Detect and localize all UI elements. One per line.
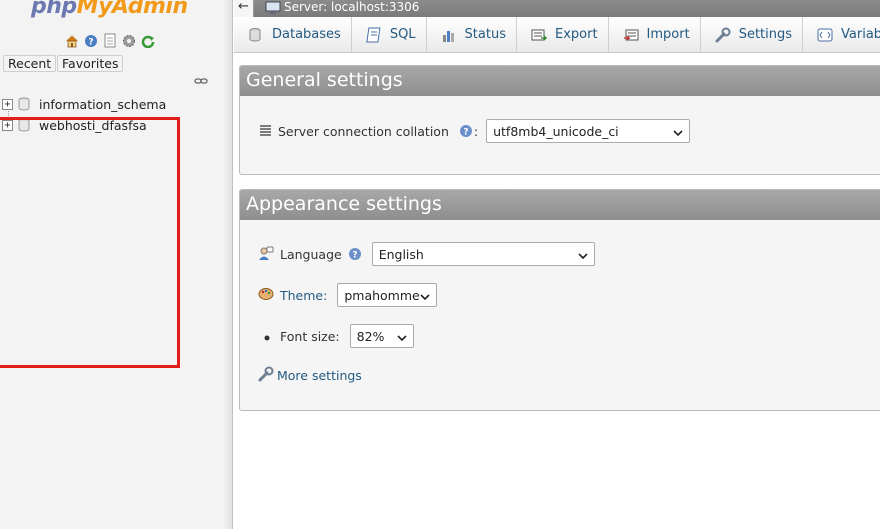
- recent-tab-button[interactable]: Recent: [3, 55, 57, 72]
- appearance-settings-panel: Appearance settings Language ? English T…: [239, 189, 880, 411]
- bullet-icon: [264, 329, 270, 344]
- collation-label: Server connection collation: [278, 123, 449, 139]
- language-select[interactable]: English: [371, 242, 595, 266]
- theme-select[interactable]: pmahomme: [337, 283, 438, 307]
- tree-item-label[interactable]: information_schema: [39, 97, 166, 112]
- annotation-highlight-box: [0, 117, 180, 368]
- tab-label: Variables: [841, 27, 880, 42]
- tab-status[interactable]: Status: [427, 17, 517, 52]
- expand-icon[interactable]: +: [2, 98, 13, 110]
- help-icon[interactable]: ?: [348, 247, 362, 261]
- tab-label: Import: [646, 27, 690, 42]
- settings-gear-icon[interactable]: [121, 33, 137, 49]
- more-settings-row: More settings: [258, 366, 362, 385]
- tab-label: Export: [554, 27, 598, 42]
- language-row: Language ? English: [258, 242, 595, 266]
- import-icon: [623, 27, 639, 43]
- language-select-value: English: [378, 246, 424, 262]
- chevron-down-icon: [420, 290, 430, 301]
- tab-sql[interactable]: SQL: [352, 17, 427, 52]
- collation-select[interactable]: utf8mb4_unicode_ci: [486, 119, 691, 143]
- tree-item-information-schema[interactable]: + information_schema: [2, 95, 166, 113]
- logo-php-text: php: [31, 0, 77, 19]
- navigation-sidebar: phpMyAdmin ? Recent Favorites + informat…: [0, 0, 233, 529]
- tab-variables[interactable]: Variables: [803, 17, 880, 52]
- server-breadcrumb-link[interactable]: Server: localhost:3306: [284, 0, 419, 15]
- home-icon[interactable]: [64, 33, 80, 49]
- export-icon: [531, 27, 547, 43]
- variables-icon: [817, 27, 833, 43]
- fontsize-row: Font size: 82%: [264, 324, 414, 348]
- svg-text:?: ?: [352, 251, 357, 261]
- tab-settings[interactable]: Settings: [701, 17, 804, 52]
- reload-icon[interactable]: [140, 33, 156, 49]
- tab-export[interactable]: Export: [517, 17, 609, 52]
- favorites-tab-button[interactable]: Favorites: [57, 55, 124, 72]
- collapse-sidebar-button[interactable]: ←: [234, 0, 254, 17]
- docs-icon[interactable]: [102, 33, 118, 49]
- tab-label: Status: [464, 27, 506, 42]
- logo-myadmin-text: MyAdmin: [76, 0, 188, 19]
- sidebar-divider[interactable]: [223, 0, 233, 529]
- tab-label: Databases: [272, 27, 341, 42]
- phpmyadmin-logo[interactable]: phpMyAdmin: [31, 0, 188, 19]
- palette-icon: [258, 286, 274, 305]
- fontsize-select[interactable]: 82%: [349, 324, 414, 348]
- tab-databases[interactable]: Databases: [234, 17, 352, 52]
- tab-label: SQL: [389, 27, 416, 42]
- chevron-down-icon: [397, 331, 407, 342]
- wrench-icon: [258, 366, 274, 385]
- help-icon[interactable]: ?: [83, 33, 99, 49]
- chevron-down-icon: [578, 249, 588, 260]
- list-icon: [259, 124, 272, 139]
- theme-link[interactable]: Theme:: [280, 288, 327, 303]
- navigation-icons: ?: [64, 33, 156, 49]
- wrench-icon: [715, 27, 731, 43]
- theme-row: Theme: pmahomme: [258, 283, 438, 307]
- chevron-down-icon: [673, 126, 683, 137]
- appearance-settings-heading: Appearance settings: [240, 190, 880, 220]
- collation-row: Server connection collation ? : utf8mb4_…: [259, 119, 691, 143]
- status-icon: [441, 27, 457, 43]
- svg-text:?: ?: [88, 38, 93, 48]
- collation-select-value: utf8mb4_unicode_ci: [493, 123, 619, 139]
- database-icon: [248, 27, 264, 43]
- help-icon[interactable]: ?: [459, 124, 473, 138]
- theme-select-value: pmahomme: [344, 287, 420, 303]
- tab-label: Settings: [738, 27, 793, 42]
- server-breadcrumb-bar: ← Server: localhost:3306: [234, 0, 880, 17]
- general-settings-heading: General settings: [240, 66, 880, 96]
- more-settings-link[interactable]: More settings: [277, 368, 362, 383]
- database-icon: [17, 97, 31, 111]
- fontsize-label: Font size:: [280, 328, 340, 344]
- collation-colon: :: [473, 123, 479, 139]
- general-settings-panel: General settings Server connection colla…: [239, 65, 880, 175]
- language-label: Language: [280, 246, 342, 262]
- server-tabs: Databases SQL Status Export Import Setti…: [234, 17, 880, 53]
- svg-text:?: ?: [463, 128, 468, 138]
- sql-icon: [366, 27, 382, 43]
- link-icon[interactable]: [194, 75, 208, 91]
- main-content: ← Server: localhost:3306 Databases SQL S…: [234, 0, 880, 529]
- language-icon: [258, 245, 274, 264]
- tab-import[interactable]: Import: [609, 17, 701, 52]
- fontsize-select-value: 82%: [356, 328, 385, 344]
